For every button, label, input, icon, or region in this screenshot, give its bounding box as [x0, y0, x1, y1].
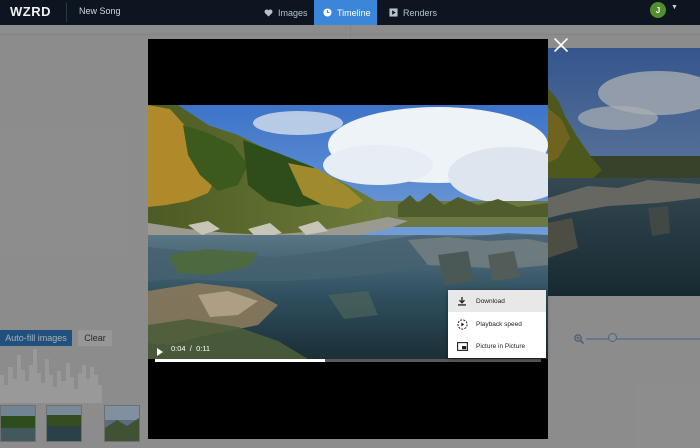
tab-renders-label: Renders: [403, 7, 438, 18]
menu-item-picture-in-picture[interactable]: Picture in Picture: [448, 335, 546, 357]
navbar-divider: [66, 3, 67, 22]
play-button[interactable]: [156, 344, 164, 356]
video-options-menu: Download Playback speed Picture in Pictu…: [448, 290, 546, 358]
video-player[interactable]: 0:04 / 0:11: [148, 39, 548, 439]
picture-in-picture-icon: [455, 340, 469, 352]
menu-item-download-label: Download: [476, 297, 505, 305]
tab-timeline-label: Timeline: [337, 7, 371, 18]
tab-images-label: Images: [278, 7, 308, 18]
chevron-down-icon[interactable]: ▼: [671, 4, 678, 11]
current-time: 0:04: [171, 344, 186, 353]
close-icon: [554, 38, 568, 52]
clock-icon: [323, 8, 332, 17]
progress-bar[interactable]: [155, 359, 541, 362]
top-navbar: WZRD New Song Images Timeline Renders J …: [0, 0, 700, 25]
project-name[interactable]: New Song: [79, 6, 121, 16]
play-icon: [157, 348, 163, 356]
heart-icon: [264, 9, 273, 17]
app-logo[interactable]: WZRD: [10, 4, 51, 19]
duration: 0:11: [196, 344, 211, 353]
progress-bar-fill: [155, 359, 325, 362]
user-avatar[interactable]: J: [650, 2, 666, 18]
film-icon: [389, 8, 398, 17]
time-display: 0:04 / 0:11: [171, 344, 210, 353]
menu-item-download[interactable]: Download: [448, 290, 546, 312]
menu-item-picture-in-picture-label: Picture in Picture: [476, 342, 526, 350]
tab-images[interactable]: Images: [255, 0, 317, 25]
tab-renders[interactable]: Renders: [380, 0, 446, 25]
playback-speed-icon: [455, 318, 469, 330]
download-icon: [455, 295, 469, 307]
tab-timeline[interactable]: Timeline: [314, 0, 377, 25]
menu-item-playback-speed-label: Playback speed: [476, 320, 522, 328]
menu-item-playback-speed[interactable]: Playback speed: [448, 313, 546, 335]
time-separator: /: [187, 344, 194, 353]
close-button[interactable]: [552, 36, 570, 54]
